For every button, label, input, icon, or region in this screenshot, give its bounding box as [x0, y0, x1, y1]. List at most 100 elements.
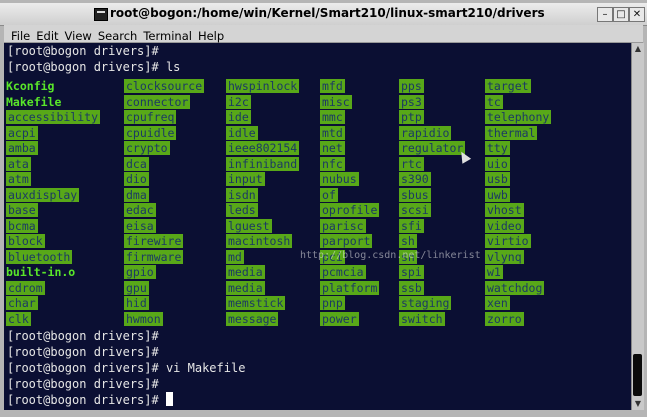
ls-entry-directory: macintosh — [226, 234, 293, 248]
ls-entry-directory: block — [6, 234, 45, 248]
ls-entry-directory: gpu — [124, 281, 149, 295]
ls-entry-directory: zorro — [485, 312, 524, 326]
ls-entry-directory: atm — [6, 172, 31, 186]
ls-entry-directory: clk — [6, 312, 31, 326]
ls-entry-directory: parisc — [320, 219, 366, 233]
ls-entry-directory: memstick — [226, 296, 286, 310]
title-bar[interactable]: root@bogon:/home/win/Kernel/Smart210/lin… — [0, 3, 647, 26]
ls-entry-directory: idle — [226, 126, 258, 140]
ls-entry-directory: ieee802154 — [226, 141, 300, 155]
ls-entry-directory: cdrom — [6, 281, 45, 295]
ls-entry-directory: virtio — [485, 234, 531, 248]
ls-entry-directory: mmc — [320, 110, 345, 124]
ls-entry-directory: mfd — [320, 79, 345, 93]
ls-entry-directory: pcmcia — [320, 265, 366, 279]
ls-entry-directory: usb — [485, 172, 510, 186]
ls-entry-directory: cpuidle — [124, 126, 177, 140]
prompt-line: [root@bogon drivers]# — [7, 44, 159, 58]
ls-entry-directory: watchdog — [485, 281, 545, 295]
close-button[interactable]: ✕ — [629, 7, 645, 22]
ls-entry-directory: hwspinlock — [226, 79, 300, 93]
ls-entry-directory: net — [320, 141, 345, 155]
ls-entry-directory: parport — [320, 234, 373, 248]
ls-entry-directory: firewire — [124, 234, 184, 248]
ls-listing: Kconfig Makefile accessibility acpi amba ata a… — [4, 79, 631, 327]
vi-command-line: [root@bogon drivers]# vi Makefile — [7, 361, 246, 375]
ls-entry-directory: nubus — [320, 172, 359, 186]
ls-entry-directory: gpio — [124, 265, 156, 279]
ls-entry-directory: crypto — [124, 141, 170, 155]
ls-entry-directory: staging — [399, 296, 452, 310]
ls-entry-directory: s390 — [399, 172, 431, 186]
ls-entry-directory: vhost — [485, 203, 524, 217]
prompt-line: [root@bogon drivers]# — [7, 377, 159, 391]
maximize-button[interactable]: □ — [613, 7, 629, 22]
ls-entry-directory: dca — [124, 157, 149, 171]
ls-entry-directory: of — [320, 188, 338, 202]
active-prompt: [root@bogon drivers]# — [7, 393, 166, 407]
ls-entry-directory: nfc — [320, 157, 345, 171]
ls-entry-directory: vlynq — [485, 250, 524, 264]
ls-entry-directory: xen — [485, 296, 510, 310]
scrollbar-thumb[interactable] — [633, 354, 642, 396]
ls-entry-directory: amba — [6, 141, 38, 155]
terminal-window: root@bogon:/home/win/Kernel/Smart210/lin… — [0, 0, 647, 417]
prompt-line: [root@bogon drivers]# — [7, 345, 159, 359]
ls-entry-directory: rapidio — [399, 126, 452, 140]
ls-entry-directory: firmware — [124, 250, 184, 264]
ls-entry-directory: spi — [399, 265, 424, 279]
prompt-line: [root@bogon drivers]# — [7, 329, 159, 343]
ls-entry-directory: edac — [124, 203, 156, 217]
ls-entry-directory: telephony — [485, 110, 552, 124]
scroll-down-arrow-icon[interactable]: ▼ — [632, 398, 644, 410]
ls-entry-directory: thermal — [485, 126, 538, 140]
ls-entry-directory: oprofile — [320, 203, 380, 217]
ls-entry-directory: infiniband — [226, 157, 300, 171]
ls-entry-directory: sbus — [399, 188, 431, 202]
ls-entry-file: Kconfig — [6, 79, 55, 93]
ls-entry-directory: input — [226, 172, 265, 186]
minimize-button[interactable]: – — [597, 7, 613, 22]
ls-entry-directory: clocksource — [124, 79, 205, 93]
ls-entry-directory: media — [226, 265, 265, 279]
ls-entry-directory: base — [6, 203, 38, 217]
scroll-up-arrow-icon[interactable]: ▲ — [632, 43, 644, 55]
ls-entry-directory: ps3 — [399, 95, 424, 109]
ls-entry-directory: cpufreq — [124, 110, 177, 124]
ls-entry-directory: ptp — [399, 110, 424, 124]
terminal-output[interactable]: [root@bogon drivers]# [root@bogon driver… — [4, 43, 631, 410]
ls-entry-directory: md — [226, 250, 244, 264]
ls-entry-directory: uio — [485, 157, 510, 171]
ls-entry-directory: sfi — [399, 219, 424, 233]
ls-entry-directory: message — [226, 312, 279, 326]
ls-entry-directory: sh — [399, 234, 417, 248]
watermark: http://blog.csdn.net/linkerist — [300, 250, 481, 261]
ls-entry-directory: power — [320, 312, 359, 326]
vertical-scrollbar[interactable]: ▲ ▼ — [631, 43, 644, 410]
ls-entry-directory: uwb — [485, 188, 510, 202]
ls-entry-directory: target — [485, 79, 531, 93]
menu-bar: File Edit View Search Terminal Help — [4, 25, 643, 43]
window-title: root@bogon:/home/win/Kernel/Smart210/lin… — [110, 6, 545, 20]
ls-entry-directory: media — [226, 281, 265, 295]
ls-entry-directory: connector — [124, 95, 191, 109]
ls-entry-directory: pps — [399, 79, 424, 93]
ls-entry-directory: acpi — [6, 126, 38, 140]
ls-entry-directory: ssb — [399, 281, 424, 295]
ls-entry-file: built-in.o — [6, 265, 76, 279]
ls-entry-directory: mtd — [320, 126, 345, 140]
ls-entry-directory: bluetooth — [6, 250, 73, 264]
ls-entry-directory: video — [485, 219, 524, 233]
ls-entry-directory: i2c — [226, 95, 251, 109]
ls-entry-directory: tc — [485, 95, 503, 109]
ls-entry-directory: bcma — [6, 219, 38, 233]
ls-entry-directory: platform — [320, 281, 380, 295]
ls-entry-directory: tty — [485, 141, 510, 155]
ls-entry-directory: pnp — [320, 296, 345, 310]
ls-entry-directory: leds — [226, 203, 258, 217]
ls-entry-directory: switch — [399, 312, 445, 326]
ls-entry-directory: w1 — [485, 265, 503, 279]
ls-entry-directory: isdn — [226, 188, 258, 202]
terminal-app-icon — [94, 8, 108, 21]
ls-entry-directory: hwmon — [124, 312, 163, 326]
